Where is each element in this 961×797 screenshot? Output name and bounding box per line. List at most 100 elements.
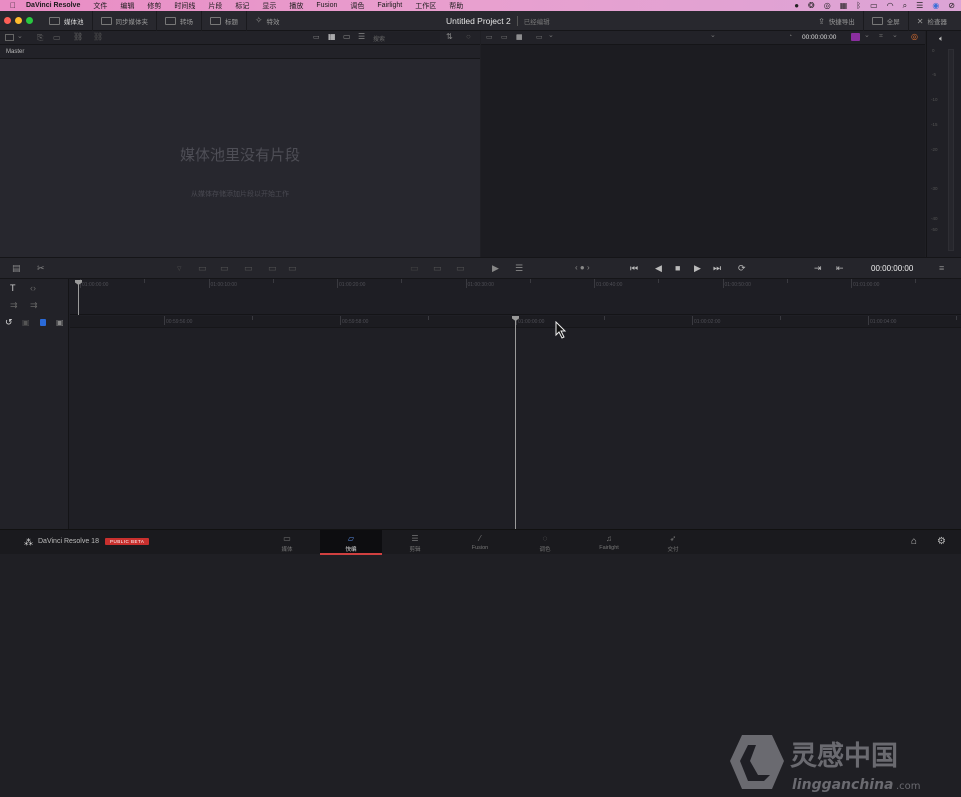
cc-icon[interactable]: ◎ (824, 1, 831, 10)
chevron-down-icon[interactable]: ⌄ (892, 31, 898, 39)
go-to-end-button[interactable]: ⏭ (713, 263, 721, 274)
menu-icon[interactable]: ≡ (939, 263, 944, 273)
video-track-flag-icon[interactable] (40, 319, 46, 326)
mark-in-button[interactable]: ⇥ (814, 263, 822, 274)
audio-scrub-icon[interactable]: ▣ (22, 318, 30, 327)
jog-control[interactable]: ‹ ● › (575, 263, 590, 272)
scissors-icon[interactable]: ✂ (37, 263, 45, 274)
bluetooth-icon[interactable]: ᛒ (856, 1, 861, 10)
safe-area-icon[interactable]: ▭ (536, 33, 543, 41)
filmstrip-view-icon[interactable]: ▭ (343, 32, 351, 41)
adjust-icon[interactable]: ☰ (515, 263, 523, 274)
snap-icon[interactable]: ↺ (5, 317, 13, 328)
mark-out-button[interactable]: ⇤ (836, 263, 844, 274)
window-minimize-button[interactable] (15, 17, 22, 24)
loop-button[interactable]: ⟳ (738, 263, 746, 274)
sort-icon[interactable]: ⇅ (446, 32, 453, 41)
battery-icon[interactable]: ▭ (870, 1, 878, 10)
smart-insert-icon[interactable]: ▭ (198, 263, 207, 274)
page-tab-fusion[interactable]: ⁄ Fusion (449, 530, 511, 555)
menu-app-name[interactable]: DaVinci Resolve (26, 2, 80, 9)
speaker-icon[interactable]: 🔈︎ (939, 34, 944, 44)
screen-time-icon[interactable]: ⊘ (948, 1, 955, 10)
chevron-down-icon[interactable]: ⌄ (17, 32, 23, 40)
window-zoom-button[interactable] (26, 17, 33, 24)
settings-gear-icon[interactable]: ⚙ (937, 536, 946, 547)
ripple-overwrite-icon[interactable]: ▭ (244, 263, 253, 274)
zoom-track-icon[interactable]: ▣ (56, 318, 64, 327)
menu-view[interactable]: 显示 (262, 1, 276, 11)
menu-color[interactable]: 调色 (350, 1, 364, 11)
source-clip-icon[interactable]: ▭ (433, 263, 442, 274)
source-overwrite-icon[interactable]: ▭ (410, 263, 419, 274)
home-icon[interactable]: ⌂ (911, 536, 917, 547)
inspector-button[interactable]: ✕ 检查器 (909, 11, 955, 31)
unlink-icon[interactable]: ⛓ (93, 32, 103, 41)
color-chart-icon[interactable] (851, 33, 860, 41)
thumbnail-view-icon[interactable]: ▦ (328, 32, 336, 41)
loop-icon[interactable]: ○ (466, 32, 471, 41)
siri-icon[interactable]: ◉ (932, 1, 939, 10)
upper-timeline-ruler[interactable]: 01:00:00:00 01:00:10:00 01:00:20:00 01:00:3… (70, 279, 961, 315)
media-pool-button[interactable]: 媒体池 (41, 10, 93, 31)
menu-fairlight[interactable]: Fairlight (377, 2, 402, 9)
source-tape-icon[interactable]: ▭ (456, 263, 465, 274)
clip-dropdown-icon[interactable]: ⌄ (710, 31, 716, 39)
window-close-button[interactable] (4, 17, 11, 24)
import-media-icon[interactable]: ⎘ (37, 33, 43, 43)
record-icon[interactable]: ● (794, 1, 799, 10)
page-tab-edit[interactable]: ☰ 剪辑 (384, 530, 446, 555)
search-input[interactable]: 搜索 (370, 32, 440, 43)
transitions-button[interactable]: 转场 (157, 10, 202, 31)
sidebar-toggle-icon[interactable] (5, 34, 14, 41)
menu-playback[interactable]: 播放 (289, 1, 303, 11)
spotlight-icon[interactable]: ⌕ (903, 1, 907, 11)
page-tab-color[interactable]: ◌ 调色 (514, 530, 576, 555)
close-up-icon[interactable]: ▭ (268, 263, 277, 274)
menu-help[interactable]: 帮助 (449, 1, 463, 11)
apple-menu-icon[interactable]:  (10, 1, 16, 10)
sync-bin-button[interactable]: 同步媒体夹 (93, 10, 157, 31)
marker-icon[interactable]: ▿ (177, 263, 182, 274)
menu-clip[interactable]: 片段 (208, 1, 222, 11)
play-reverse-button[interactable]: ◀ (655, 263, 662, 274)
effects-button[interactable]: ✧ 特效 (247, 11, 288, 31)
menu-trim[interactable]: 修剪 (147, 1, 161, 11)
append-icon[interactable]: ▤ (12, 263, 21, 274)
append-end-icon[interactable]: ▭ (220, 263, 229, 274)
quick-export-button[interactable]: ⇪ 快捷导出 (810, 11, 864, 31)
source-tape-icon[interactable]: ▭ (501, 33, 508, 41)
creative-cloud-icon[interactable]: ❂ (808, 1, 815, 10)
chevron-down-icon[interactable]: ⌄ (548, 31, 554, 39)
page-tab-fairlight[interactable]: ♫ Fairlight (578, 530, 640, 555)
upper-playhead[interactable] (78, 283, 79, 315)
ripple-icon[interactable]: ⇉ (10, 300, 18, 311)
source-viewer-icon[interactable]: ▶ (492, 263, 499, 274)
control-center-icon[interactable]: ☰ (916, 1, 923, 10)
page-tab-deliver[interactable]: ➶ 交付 (642, 530, 704, 555)
lower-playhead[interactable] (515, 319, 516, 529)
viewer-timecode[interactable]: 00:00:00:00 (802, 34, 836, 41)
timeline-view-icon[interactable]: ▦ (516, 33, 523, 41)
audio-track-icon[interactable]: ⇉ (30, 300, 38, 311)
import-folder-icon[interactable]: ▭ (53, 33, 61, 42)
page-tab-media[interactable]: ▭ 媒体 (256, 530, 318, 555)
menu-timeline[interactable]: 时间线 (174, 1, 195, 11)
page-tab-cut[interactable]: ▱ 快编 (320, 530, 382, 555)
chevron-down-icon[interactable]: ⌄ (864, 31, 870, 39)
menu-mark[interactable]: 标记 (235, 1, 249, 11)
transform-icon[interactable]: ⌗ (879, 33, 883, 41)
menu-workspace[interactable]: 工作区 (415, 1, 436, 11)
stop-button[interactable]: ■ (675, 263, 680, 273)
color-wheel-icon[interactable]: ◎ (911, 32, 918, 41)
go-to-start-button[interactable]: ⏮ (630, 263, 638, 274)
fullscreen-button[interactable]: 全屏 (864, 11, 909, 31)
calendar-icon[interactable]: ▦ (840, 1, 848, 10)
link-icon[interactable]: ⛓ (73, 32, 83, 41)
titles-button[interactable]: 标题 (202, 10, 247, 31)
lock-track-icon[interactable]: T (10, 283, 16, 293)
menu-edit[interactable]: 编辑 (120, 1, 134, 11)
list-view-icon[interactable]: ☰ (358, 32, 365, 41)
wifi-icon[interactable]: ◠ (887, 1, 894, 10)
metadata-view-icon[interactable]: ▭ (313, 33, 320, 41)
